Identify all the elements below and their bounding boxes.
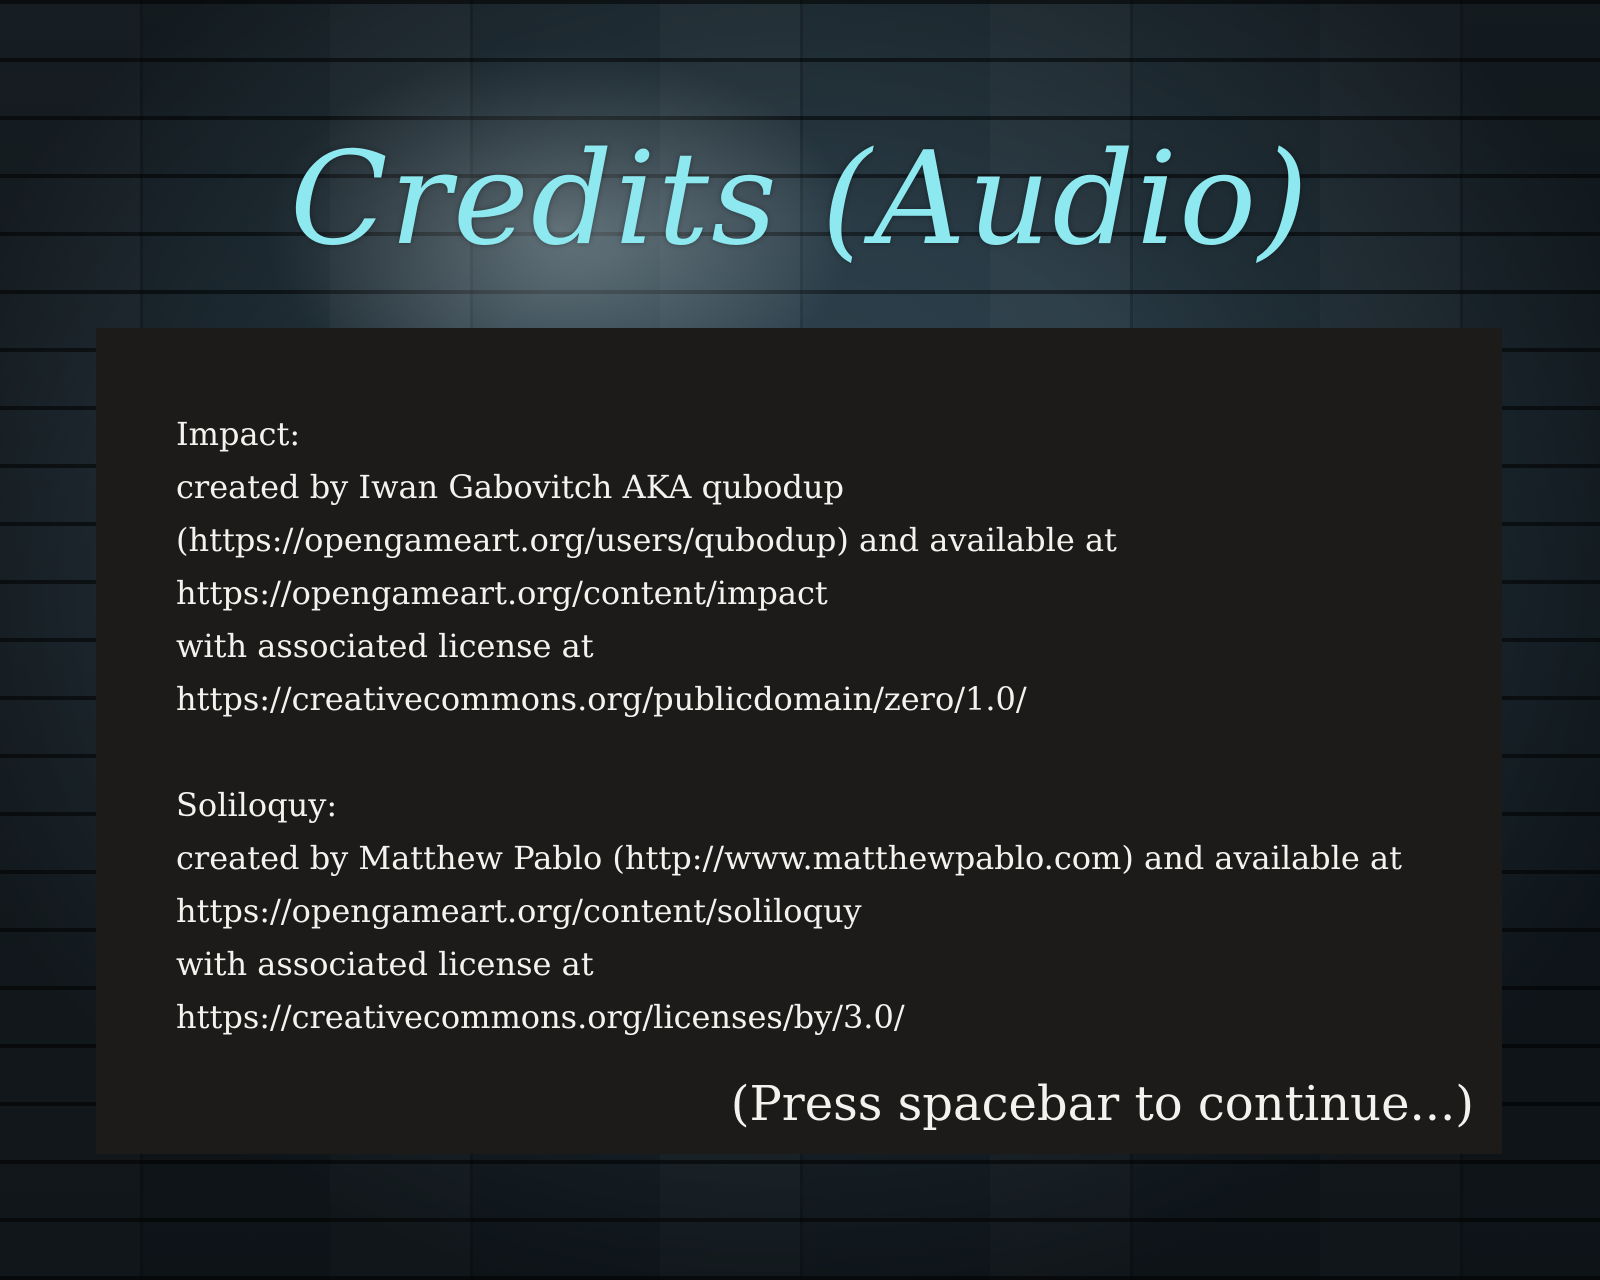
credit-line: created by Matthew Pablo (http://www.mat… bbox=[176, 839, 1402, 877]
credit-line: https://opengameart.org/content/soliloqu… bbox=[176, 892, 862, 930]
credit-line: created by Iwan Gabovitch AKA qubodup bbox=[176, 468, 844, 506]
credit-entry-soliloquy: Soliloquy: created by Matthew Pablo (htt… bbox=[176, 779, 1476, 1044]
continue-prompt: (Press spacebar to continue...) bbox=[730, 1076, 1474, 1132]
credit-line: with associated license at bbox=[176, 945, 594, 983]
credit-name: Soliloquy: bbox=[176, 786, 338, 824]
credit-line: https://opengameart.org/content/impact bbox=[176, 574, 828, 612]
credits-list: Impact: created by Iwan Gabovitch AKA qu… bbox=[176, 408, 1476, 1097]
credits-panel: Impact: created by Iwan Gabovitch AKA qu… bbox=[96, 328, 1502, 1154]
credit-name: Impact: bbox=[176, 415, 301, 453]
credit-line: with associated license at bbox=[176, 627, 594, 665]
credit-entry-impact: Impact: created by Iwan Gabovitch AKA qu… bbox=[176, 408, 1476, 726]
page-title: Credits (Audio) bbox=[289, 125, 1311, 274]
credit-line: (https://opengameart.org/users/qubodup) … bbox=[176, 521, 1117, 559]
credit-line: https://creativecommons.org/licenses/by/… bbox=[176, 998, 905, 1036]
credit-line: https://creativecommons.org/publicdomain… bbox=[176, 680, 1027, 718]
